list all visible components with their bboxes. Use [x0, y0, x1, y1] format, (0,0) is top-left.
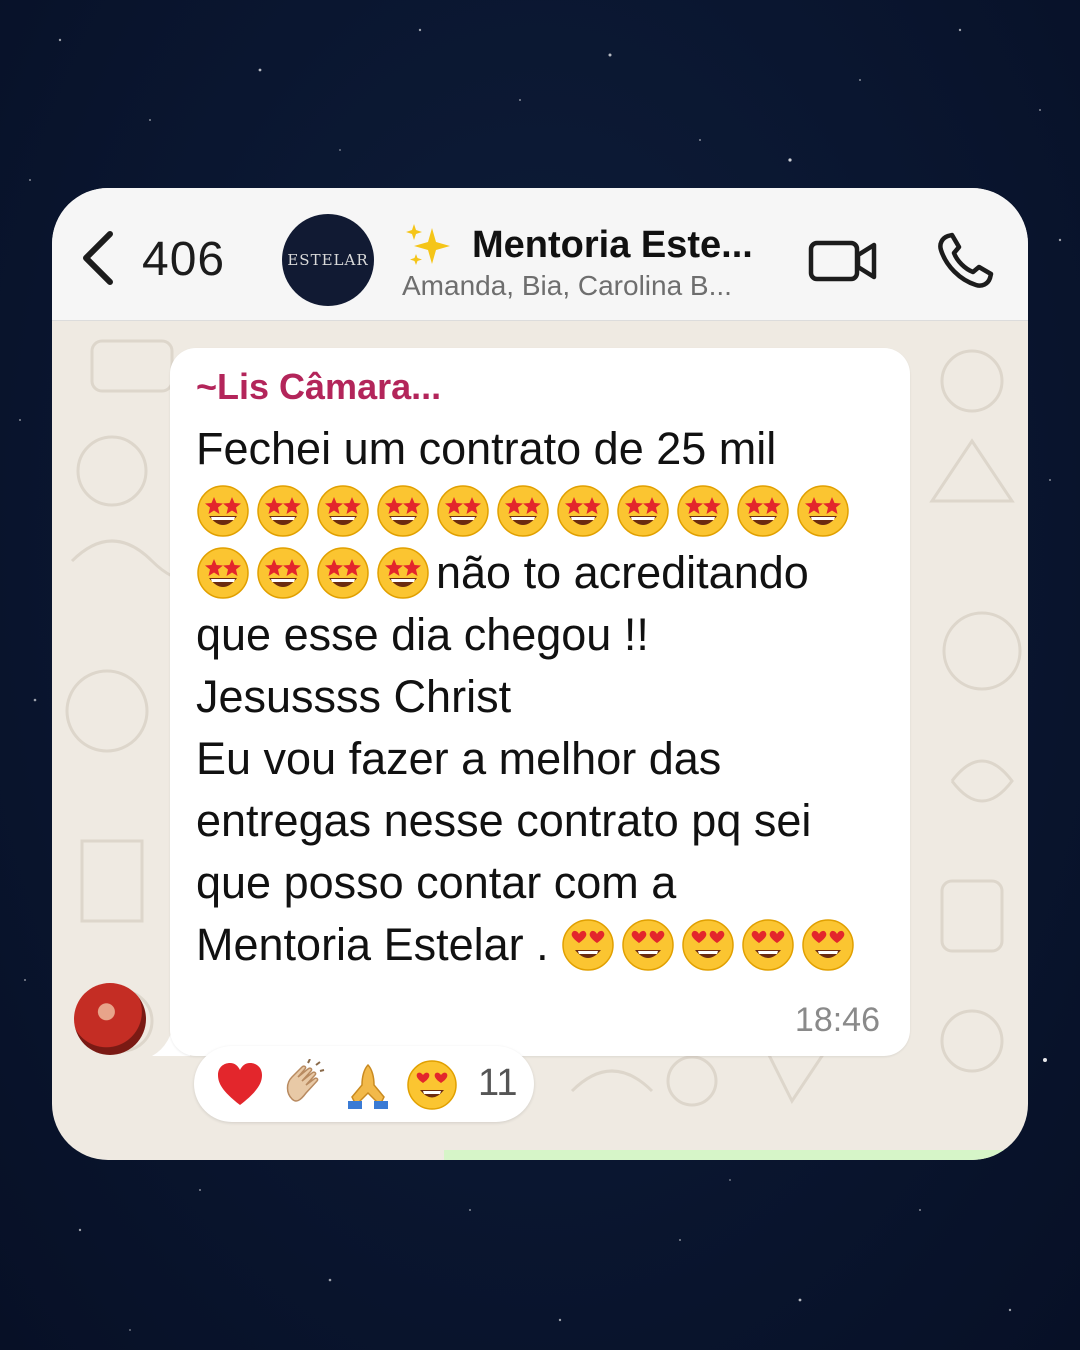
emoji-row-2 [196, 547, 436, 599]
unread-count[interactable]: 406 [142, 232, 225, 287]
star-struck-emoji-icon [797, 485, 849, 537]
group-members[interactable]: Amanda, Bia, Carolina B... [402, 270, 732, 302]
praying-hands-icon [348, 1063, 388, 1109]
heart-eyes-emoji-icon [622, 919, 674, 971]
star-struck-emoji-icon [377, 547, 429, 599]
heart-eyes-emoji-icon [742, 919, 794, 971]
heart-eyes-emoji-icon [682, 919, 734, 971]
next-message-edge [444, 1150, 1028, 1160]
star-struck-emoji-icon [257, 547, 309, 599]
clapping-hands-icon [286, 1059, 325, 1102]
star-struck-emoji-icon [737, 485, 789, 537]
message-bubble[interactable]: ~Lis Câmara... Fechei um contrato de 25 … [170, 348, 910, 1056]
emoji-row-1 [196, 485, 856, 537]
message-line-end: Mentoria Estelar . [196, 919, 549, 970]
voice-call-icon[interactable] [936, 232, 996, 290]
message-line-1: Fechei um contrato de 25 mil [196, 423, 777, 474]
sender-avatar[interactable] [74, 983, 146, 1055]
reactions-bar[interactable]: 11 [194, 1046, 534, 1122]
star-struck-emoji-icon [497, 485, 549, 537]
group-avatar-logo: ESTELAR [287, 251, 369, 269]
heart-eyes-emoji-icon [562, 919, 614, 971]
star-struck-emoji-icon [197, 547, 249, 599]
sender-name[interactable]: ~Lis Câmara... [196, 366, 441, 408]
video-call-icon[interactable] [808, 238, 878, 284]
back-chevron-icon[interactable] [76, 228, 124, 288]
reaction-count: 11 [478, 1062, 518, 1104]
star-struck-emoji-icon [557, 485, 609, 537]
group-avatar[interactable]: ESTELAR [282, 214, 374, 306]
message-body: que esse dia chegou !! Jesussss Christ E… [196, 609, 812, 908]
message-line-2: não to acreditando [436, 547, 809, 598]
heart-icon [218, 1063, 262, 1105]
star-struck-emoji-icon [617, 485, 669, 537]
star-struck-emoji-icon [677, 485, 729, 537]
star-struck-emoji-icon [197, 485, 249, 537]
star-struck-emoji-icon [377, 485, 429, 537]
chat-window: 406 ESTELAR Mentoria Este... Amanda, Bia… [52, 188, 1028, 1160]
heart-eyes-emoji-icon [802, 919, 854, 971]
star-struck-emoji-icon [317, 485, 369, 537]
star-struck-emoji-icon [317, 547, 369, 599]
message-text: Fechei um contrato de 25 mil não to acre… [196, 418, 896, 976]
emoji-row-3 [561, 919, 861, 971]
heart-eyes-icon [407, 1060, 457, 1110]
chat-header: 406 ESTELAR Mentoria Este... Amanda, Bia… [52, 188, 1028, 321]
message-timestamp: 18:46 [794, 1001, 880, 1039]
group-title[interactable]: Mentoria Este... [472, 224, 753, 267]
sparkles-icon [406, 224, 450, 265]
star-struck-emoji-icon [257, 485, 309, 537]
star-struck-emoji-icon [437, 485, 489, 537]
